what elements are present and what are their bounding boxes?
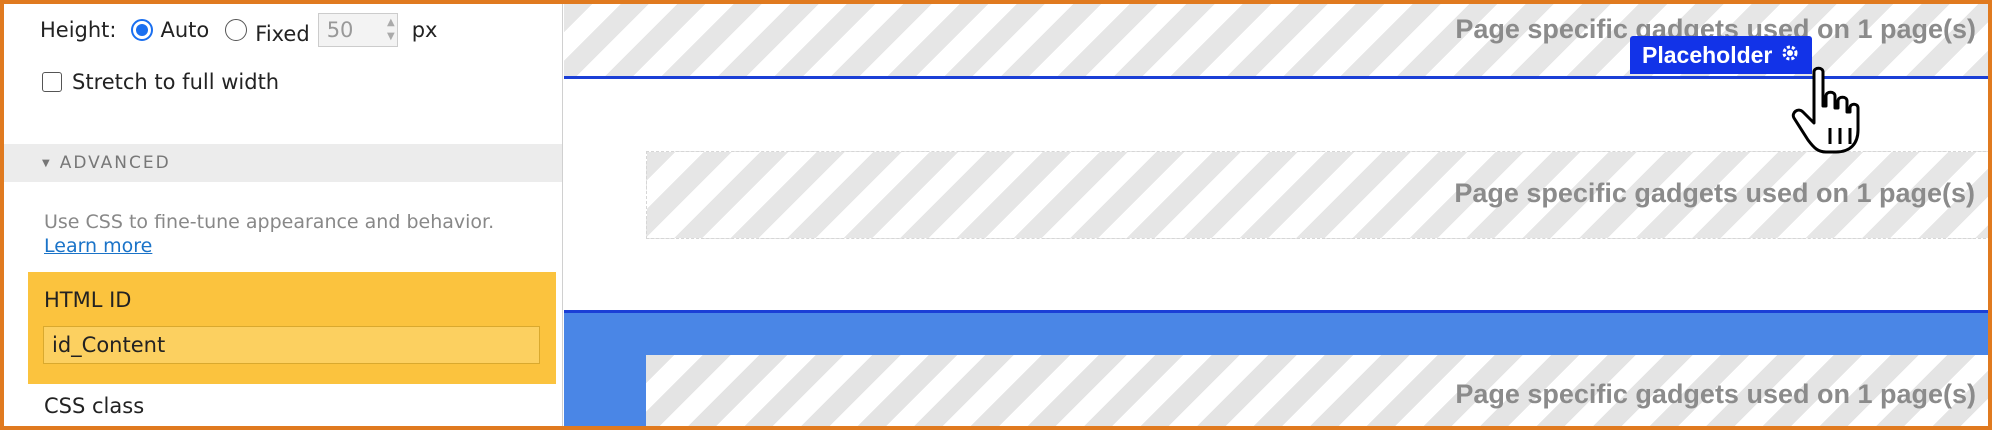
blue-band-section[interactable]: Page specific gadgets used on 1 page(s) bbox=[564, 313, 1988, 426]
css-class-label: CSS class bbox=[44, 394, 145, 418]
height-fixed-value: 50 bbox=[326, 18, 354, 42]
html-id-label: HTML ID bbox=[44, 288, 132, 312]
content-section[interactable]: Page specific gadgets used on 1 page(s) bbox=[564, 79, 1988, 310]
bottom-gadget-area[interactable]: Page specific gadgets used on 1 page(s) bbox=[646, 355, 1988, 426]
advanced-help: Use CSS to fine-tune appearance and beha… bbox=[44, 210, 544, 258]
stretch-checkbox[interactable] bbox=[42, 72, 62, 92]
height-auto-label[interactable]: Auto bbox=[161, 18, 210, 42]
height-fixed-input[interactable]: 50 ▲ ▼ bbox=[317, 13, 398, 47]
height-stepper[interactable]: ▲ ▼ bbox=[387, 16, 395, 44]
placeholder-tag[interactable]: Placeholder bbox=[1630, 36, 1813, 74]
html-id-input[interactable] bbox=[43, 326, 540, 364]
height-fixed-label[interactable]: Fixed bbox=[255, 22, 309, 46]
stretch-label[interactable]: Stretch to full width bbox=[72, 70, 279, 94]
html-id-field-group: HTML ID bbox=[28, 272, 556, 384]
height-unit: px bbox=[411, 18, 438, 42]
height-fixed-radio[interactable] bbox=[225, 19, 248, 41]
bottom-gadget-label: Page specific gadgets used on 1 page(s) bbox=[1455, 379, 1976, 409]
caret-down-icon: ▼ bbox=[42, 157, 52, 169]
mid-gadget-area[interactable]: Page specific gadgets used on 1 page(s) bbox=[646, 151, 1988, 239]
learn-more-link[interactable]: Learn more bbox=[44, 235, 152, 257]
height-auto-radio[interactable] bbox=[130, 19, 153, 41]
mid-gadget-label: Page specific gadgets used on 1 page(s) bbox=[1454, 178, 1975, 208]
advanced-title: ADVANCED bbox=[59, 153, 171, 173]
advanced-help-text: Use CSS to fine-tune appearance and beha… bbox=[44, 211, 495, 233]
hand-pointer-icon bbox=[1790, 66, 1862, 160]
editor-frame: Height: Auto Fixed 50 ▲ ▼ px Stretch to f… bbox=[0, 0, 1992, 430]
height-row: Height: Auto Fixed 50 ▲ ▼ px bbox=[40, 12, 437, 48]
gear-icon[interactable] bbox=[1780, 42, 1800, 69]
advanced-section-header[interactable]: ▼ ADVANCED bbox=[4, 144, 562, 182]
placeholder-label: Placeholder bbox=[1642, 41, 1773, 68]
height-label: Height: bbox=[40, 18, 117, 42]
stretch-row: Stretch to full width bbox=[42, 70, 279, 94]
settings-panel: Height: Auto Fixed 50 ▲ ▼ px Stretch to f… bbox=[4, 4, 563, 426]
